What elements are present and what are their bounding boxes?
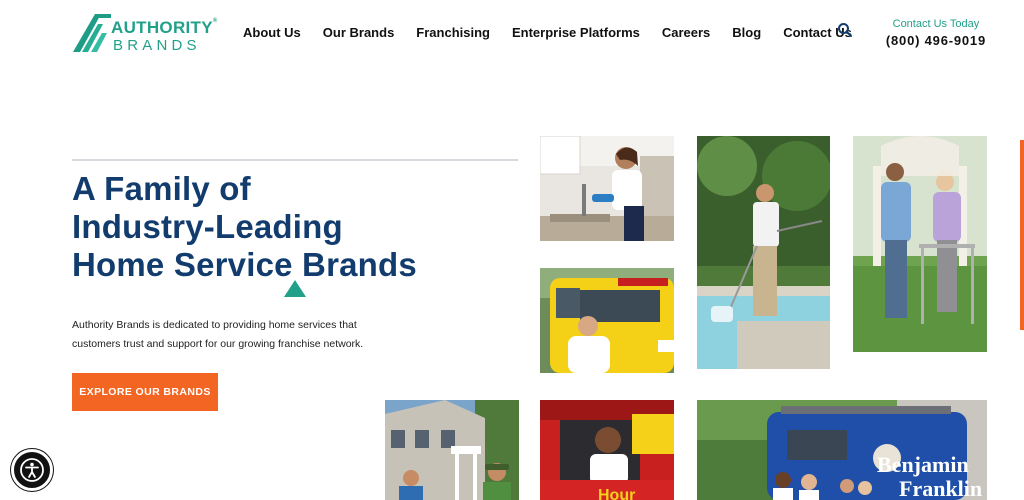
hero-title-line-1: A Family of xyxy=(72,170,251,207)
explore-our-brands-button[interactable]: EXPLORE OUR BRANDS xyxy=(72,373,218,411)
van-brand-text-line-1: Benjamin xyxy=(877,452,969,477)
nav-enterprise-platforms[interactable]: Enterprise Platforms xyxy=(512,25,640,40)
hero-title: A Family of Industry-Leading Home Servic… xyxy=(72,170,492,284)
search-icon[interactable] xyxy=(837,22,853,38)
header-contact: Contact Us Today (800) 496-9019 xyxy=(886,18,986,48)
photo-red-truck-technician: Hour xyxy=(540,400,674,500)
photo-pool-technician xyxy=(697,136,830,369)
truck-hour-text: Hour xyxy=(598,487,635,500)
van-brand-text-line-2: Franklin xyxy=(899,476,982,500)
hero-title-line-3: Home Service Brands xyxy=(72,246,417,283)
contact-phone-number[interactable]: (800) 496-9019 xyxy=(886,33,986,48)
nav-franchising[interactable]: Franchising xyxy=(416,25,490,40)
site-header: AUTHORITY® BRANDS About Us Our Brands Fr… xyxy=(0,0,1024,70)
logo-mark-icon xyxy=(73,14,111,52)
hero-title-line-2: Industry-Leading xyxy=(72,208,343,245)
nav-our-brands[interactable]: Our Brands xyxy=(323,25,395,40)
accessibility-button[interactable] xyxy=(11,449,53,491)
triangle-accent-icon xyxy=(284,280,306,297)
hero-description: Authority Brands is dedicated to providi… xyxy=(72,319,364,350)
photo-house-technicians xyxy=(385,400,519,500)
authority-brands-logo[interactable]: AUTHORITY® BRANDS xyxy=(71,12,217,56)
photo-caregiver-walker xyxy=(853,136,987,352)
hero-divider xyxy=(72,159,518,161)
nav-blog[interactable]: Blog xyxy=(732,25,761,40)
photo-benjamin-franklin-van-team: Benjamin Franklin xyxy=(697,400,987,500)
photo-woman-cleaning-sink xyxy=(540,136,674,241)
nav-careers[interactable]: Careers xyxy=(662,25,710,40)
contact-us-today-link[interactable]: Contact Us Today xyxy=(886,18,986,30)
right-edge-tab[interactable] xyxy=(1020,140,1024,330)
photo-technician-yellow-van xyxy=(540,268,674,373)
logo-wordmark-top: AUTHORITY® xyxy=(111,18,218,37)
nav-about-us[interactable]: About Us xyxy=(243,25,301,40)
main-nav: About Us Our Brands Franchising Enterpri… xyxy=(243,25,874,40)
accessibility-icon xyxy=(20,458,44,482)
logo-wordmark-bottom: BRANDS xyxy=(113,37,201,54)
